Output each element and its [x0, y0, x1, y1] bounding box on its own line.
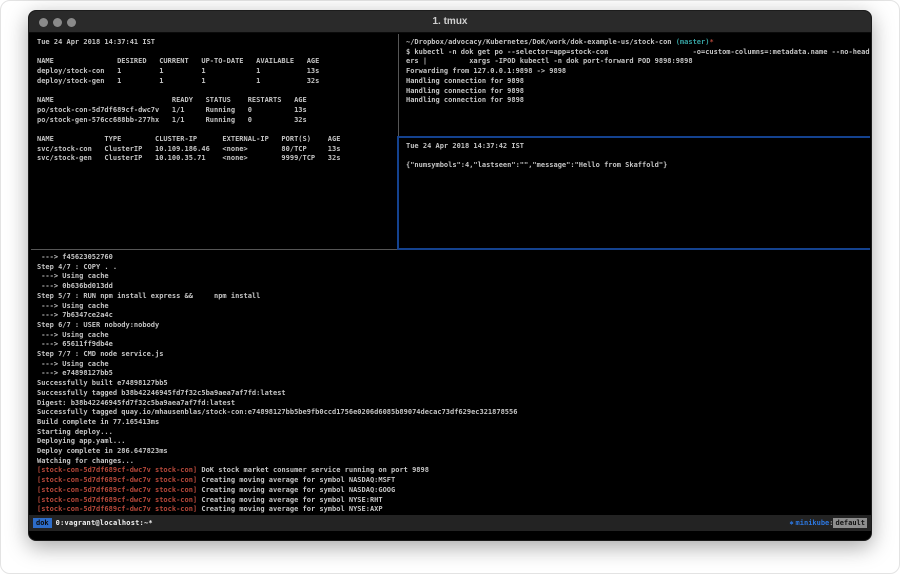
- kube-namespace-label: default: [833, 518, 867, 528]
- kube-context-label: minikube: [796, 519, 830, 527]
- kubernetes-helm-icon: ⎈: [789, 519, 793, 527]
- tmux-pane-curl-output[interactable]: Tue 24 Apr 2018 14:37:42 IST {"numsymbol…: [406, 142, 871, 246]
- tmux-window-label[interactable]: 0:vagrant@localhost:~*: [56, 519, 153, 527]
- pane-divider-horizontal-gray[interactable]: [31, 249, 397, 250]
- tmux-status-bar: dok 0:vagrant@localhost:~* ⎈ minikube : …: [29, 515, 871, 531]
- tmux-pane-skaffold-build-log[interactable]: ---> f45623052760Step 4/7 : COPY . . ---…: [37, 253, 871, 515]
- window-titlebar[interactable]: 1. tmux: [29, 11, 871, 33]
- window-title: 1. tmux: [29, 16, 871, 27]
- terminal-window: 1. tmux Tue 24 Apr 2018 14:37:41 IST NAM…: [28, 10, 872, 541]
- pane-divider-horizontal-active-top[interactable]: [397, 136, 870, 138]
- tmux-pane-kubectl-watch[interactable]: Tue 24 Apr 2018 14:37:41 IST NAME DESIRE…: [37, 38, 395, 246]
- tmux-session-name[interactable]: dok: [33, 518, 52, 528]
- pane-divider-vertical-gray[interactable]: [398, 34, 399, 136]
- pane-divider-vertical-active[interactable]: [397, 136, 399, 250]
- pane-divider-horizontal-active-bottom[interactable]: [397, 248, 870, 250]
- tmux-pane-port-forward[interactable]: ~/Dropbox/advocacy/Kubernetes/DoK/work/d…: [406, 38, 871, 134]
